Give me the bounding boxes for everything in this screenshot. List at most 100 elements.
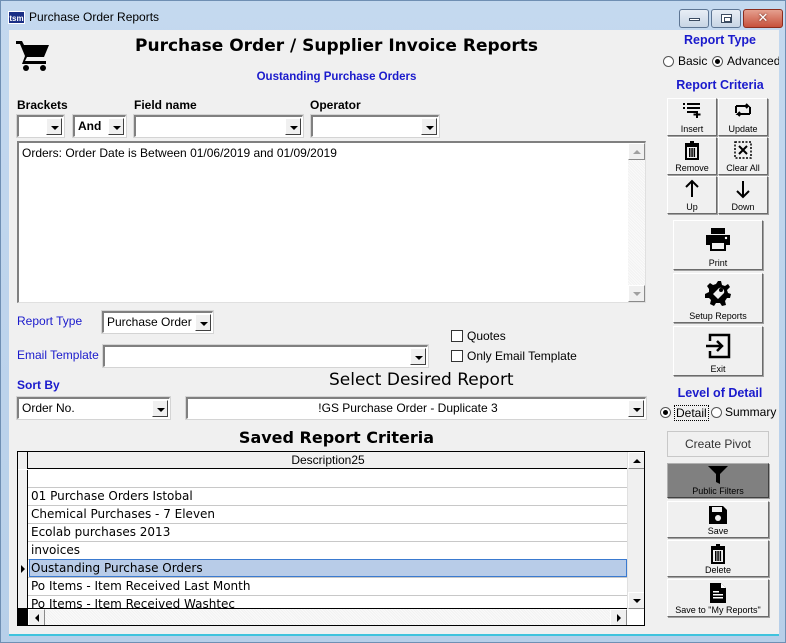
criteria-scrollbar[interactable]: [628, 143, 645, 302]
criteria-text-area[interactable]: Orders: Order Date is Between 01/06/2019…: [17, 141, 646, 303]
repeat-icon: [735, 103, 751, 117]
page-title: Purchase Order / Supplier Invoice Report…: [135, 36, 538, 56]
email-template-label: Email Template: [17, 348, 99, 362]
grid-rows: 01 Purchase Orders Istobal Chemical Purc…: [18, 470, 627, 614]
title-bar: tsm Purchase Order Reports ✕: [1, 1, 786, 31]
criteria-text: Orders: Order Date is Between 01/06/2019…: [22, 146, 337, 160]
chevron-down-icon[interactable]: [152, 400, 168, 417]
email-template-dropdown[interactable]: [102, 344, 429, 368]
quotes-label: Quotes: [467, 329, 506, 343]
chevron-down-icon[interactable]: [195, 314, 211, 331]
floppy-disk-icon: [709, 506, 727, 524]
scroll-up-button[interactable]: [628, 452, 644, 469]
grid-vertical-scrollbar[interactable]: [627, 452, 644, 609]
close-button[interactable]: ✕: [743, 9, 783, 28]
print-button[interactable]: Print: [673, 220, 763, 270]
move-up-button[interactable]: Up: [667, 176, 717, 214]
chevron-down-icon[interactable]: [285, 118, 301, 135]
scroll-right-button[interactable]: [610, 609, 627, 625]
chevron-down-icon[interactable]: [108, 118, 124, 135]
move-down-button[interactable]: Down: [718, 176, 768, 214]
printer-icon: [706, 228, 730, 251]
arrow-down-icon: [736, 181, 750, 199]
detail-radio-label: Detail: [674, 405, 709, 421]
sort-by-dropdown[interactable]: Order No.: [16, 396, 171, 420]
app-icon: tsm: [8, 11, 25, 24]
scroll-left-button[interactable]: [28, 609, 45, 625]
table-row[interactable]: invoices: [18, 542, 627, 560]
desired-report-dropdown[interactable]: !GS Purchase Order - Duplicate 3: [185, 396, 647, 420]
chevron-down-icon[interactable]: [421, 118, 437, 135]
clear-selection-icon: [734, 141, 752, 159]
chevron-down-icon[interactable]: [410, 348, 426, 365]
save-to-my-reports-button[interactable]: Save to "My Reports": [667, 579, 769, 617]
minimize-icon: [689, 18, 700, 21]
setup-reports-button[interactable]: Setup Reports: [673, 273, 763, 323]
advanced-radio-label: Advanced: [727, 54, 779, 68]
brackets-dropdown[interactable]: [16, 114, 65, 138]
operator-dropdown[interactable]: [310, 114, 440, 138]
table-row[interactable]: Ecolab purchases 2013: [18, 524, 627, 542]
summary-radio-label: Summary: [725, 405, 777, 419]
report-criteria-title: Report Criteria: [676, 78, 764, 92]
field-name-label: Field name: [134, 98, 197, 112]
only-email-template-checkbox[interactable]: [451, 350, 463, 362]
current-row-indicator-icon: [18, 560, 28, 578]
table-row-selected[interactable]: Oustanding Purchase Orders: [18, 559, 627, 578]
update-button[interactable]: Update: [718, 98, 768, 136]
window-title: Purchase Order Reports: [29, 10, 160, 24]
maximize-button[interactable]: [711, 9, 741, 28]
trash-icon: [711, 544, 725, 564]
clear-all-button[interactable]: Clear All: [718, 137, 768, 175]
save-button[interactable]: Save: [667, 501, 769, 538]
table-row[interactable]: [18, 470, 627, 488]
conjunction-dropdown[interactable]: And: [72, 114, 127, 138]
insert-button[interactable]: Insert: [667, 98, 717, 136]
arrow-up-icon: [685, 179, 699, 197]
scroll-down-button[interactable]: [628, 592, 644, 609]
current-report-name: Oustanding Purchase Orders: [256, 71, 417, 83]
filter-icon: [708, 466, 728, 484]
scroll-up-button[interactable]: [628, 143, 645, 160]
advanced-radio[interactable]: [712, 56, 723, 67]
quotes-checkbox[interactable]: [451, 330, 463, 342]
purchase-order-reports-window: tsm Purchase Order Reports ✕ Purchase Or…: [0, 0, 786, 643]
report-type-dropdown[interactable]: Purchase Order: [101, 310, 214, 334]
maximize-icon: [721, 14, 732, 23]
remove-button[interactable]: Remove: [667, 137, 717, 175]
exit-icon: [706, 333, 731, 359]
exit-button[interactable]: Exit: [673, 326, 763, 376]
grid-horizontal-scrollbar[interactable]: [18, 608, 627, 625]
report-type-label: Report Type: [17, 314, 83, 328]
table-row[interactable]: Po Items - Item Received Last Month: [18, 578, 627, 596]
level-of-detail-title: Level of Detail: [677, 386, 763, 400]
gear-wrench-icon: [705, 281, 731, 306]
report-type-title: Report Type: [684, 33, 756, 47]
column-header-description[interactable]: Description25: [29, 453, 627, 467]
only-email-template-label: Only Email Template: [467, 349, 577, 363]
scroll-down-button[interactable]: [628, 285, 645, 302]
brackets-label: Brackets: [17, 98, 68, 112]
grid-header: Description25: [18, 452, 627, 469]
saved-report-criteria-title: Saved Report Criteria: [238, 428, 435, 447]
operator-label: Operator: [310, 98, 361, 112]
document-icon: [710, 583, 726, 603]
chevron-down-icon[interactable]: [46, 118, 62, 135]
public-filters-button[interactable]: Public Filters: [667, 463, 769, 498]
client-area: Purchase Order / Supplier Invoice Report…: [9, 30, 779, 636]
trash-icon: [685, 141, 699, 160]
field-name-dropdown[interactable]: [133, 114, 304, 138]
basic-radio-label: Basic: [678, 54, 708, 68]
create-pivot-button[interactable]: Create Pivot: [667, 431, 769, 457]
table-row[interactable]: Chemical Purchases - 7 Eleven: [18, 506, 627, 524]
detail-radio[interactable]: [660, 407, 671, 418]
delete-button[interactable]: Delete: [667, 540, 769, 577]
insert-list-icon: [683, 103, 701, 118]
row-indicator-header: [18, 452, 28, 469]
table-row[interactable]: 01 Purchase Orders Istobal: [18, 488, 627, 506]
minimize-button[interactable]: [679, 9, 709, 28]
basic-radio[interactable]: [663, 56, 674, 67]
saved-criteria-grid[interactable]: Description25 01 Purchase Orders Istobal…: [17, 451, 645, 626]
chevron-down-icon[interactable]: [628, 400, 644, 417]
summary-radio[interactable]: [711, 407, 722, 418]
